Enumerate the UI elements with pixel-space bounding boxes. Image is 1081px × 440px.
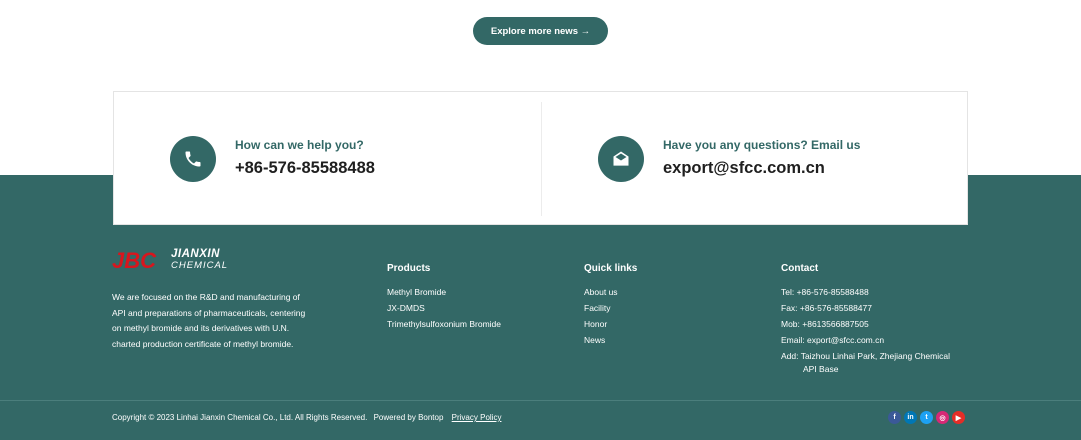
jianxin-logo[interactable]: JBC JIANXIN CHEMICAL (112, 248, 229, 271)
linkedin-icon[interactable]: in (904, 411, 917, 424)
contact-column: Contact Tel: +86-576-85588488 Fax: +86-5… (781, 263, 950, 374)
logo-line1: JIANXIN (171, 248, 220, 260)
contact-fax: Fax: +86-576-85588477 (781, 303, 872, 313)
youtube-icon[interactable]: ▶ (952, 411, 965, 424)
about-text: We are focused on the R&D and manufactur… (112, 292, 306, 349)
twitter-icon[interactable]: t (920, 411, 933, 424)
envelope-open-icon (598, 136, 644, 182)
email-label: Have you any questions? Email us (663, 138, 861, 152)
footer-divider (0, 400, 1081, 401)
product-link[interactable]: Methyl Bromide (387, 287, 446, 297)
phone-label: How can we help you? (235, 138, 364, 152)
contact-card: How can we help you? +86-576-85588488 Ha… (113, 91, 968, 225)
contact-title: Contact (781, 263, 819, 274)
logo-mark-text: JBC (112, 249, 157, 271)
logo-text: JIANXIN CHEMICAL (171, 248, 229, 271)
address-line1: Add: Taizhou Linhai Park, Zhejiang Chemi… (781, 351, 950, 361)
product-link[interactable]: Trimethylsulfoxonium Bromide (387, 319, 501, 329)
address-line2: API Base (803, 364, 839, 374)
products-column: Products Methyl Bromide JX-DMDS Trimethy… (387, 263, 501, 332)
quick-link[interactable]: Honor (584, 319, 607, 329)
privacy-policy-link[interactable]: Privacy Policy (452, 413, 502, 422)
card-divider (541, 102, 542, 216)
jbc-logo-mark: JBC (112, 249, 157, 271)
copyright-text: Copyright © 2023 Linhai Jianxin Chemical… (112, 413, 368, 422)
explore-more-news-button[interactable]: Explore more news → (473, 17, 608, 45)
facebook-icon[interactable]: f (888, 411, 901, 424)
quick-link[interactable]: About us (584, 287, 618, 297)
instagram-icon[interactable]: ◎ (936, 411, 949, 424)
contact-tel: Tel: +86-576-85588488 (781, 287, 869, 297)
quick-link[interactable]: News (584, 335, 605, 345)
copyright-bar: Copyright © 2023 Linhai Jianxin Chemical… (112, 413, 501, 422)
email-address[interactable]: export@sfcc.com.cn (663, 159, 825, 178)
quick-link[interactable]: Facility (584, 303, 610, 313)
products-title: Products (387, 263, 431, 274)
logo-line2: CHEMICAL (171, 260, 229, 271)
contact-address: Add: Taizhou Linhai Park, Zhejiang Chemi… (781, 348, 950, 374)
phone-number[interactable]: +86-576-85588488 (235, 159, 375, 178)
quick-links-column: Quick links About us Facility Honor News (584, 263, 637, 348)
contact-mobile: Mob: +8613566887505 (781, 319, 869, 329)
social-links: f in t ◎ ▶ (888, 411, 965, 424)
contact-email[interactable]: Email: export@sfcc.com.cn (781, 332, 950, 348)
phone-icon (170, 136, 216, 182)
product-link[interactable]: JX-DMDS (387, 303, 425, 313)
quick-links-title: Quick links (584, 263, 638, 274)
powered-by-text: Powered by Bontop (373, 413, 444, 422)
